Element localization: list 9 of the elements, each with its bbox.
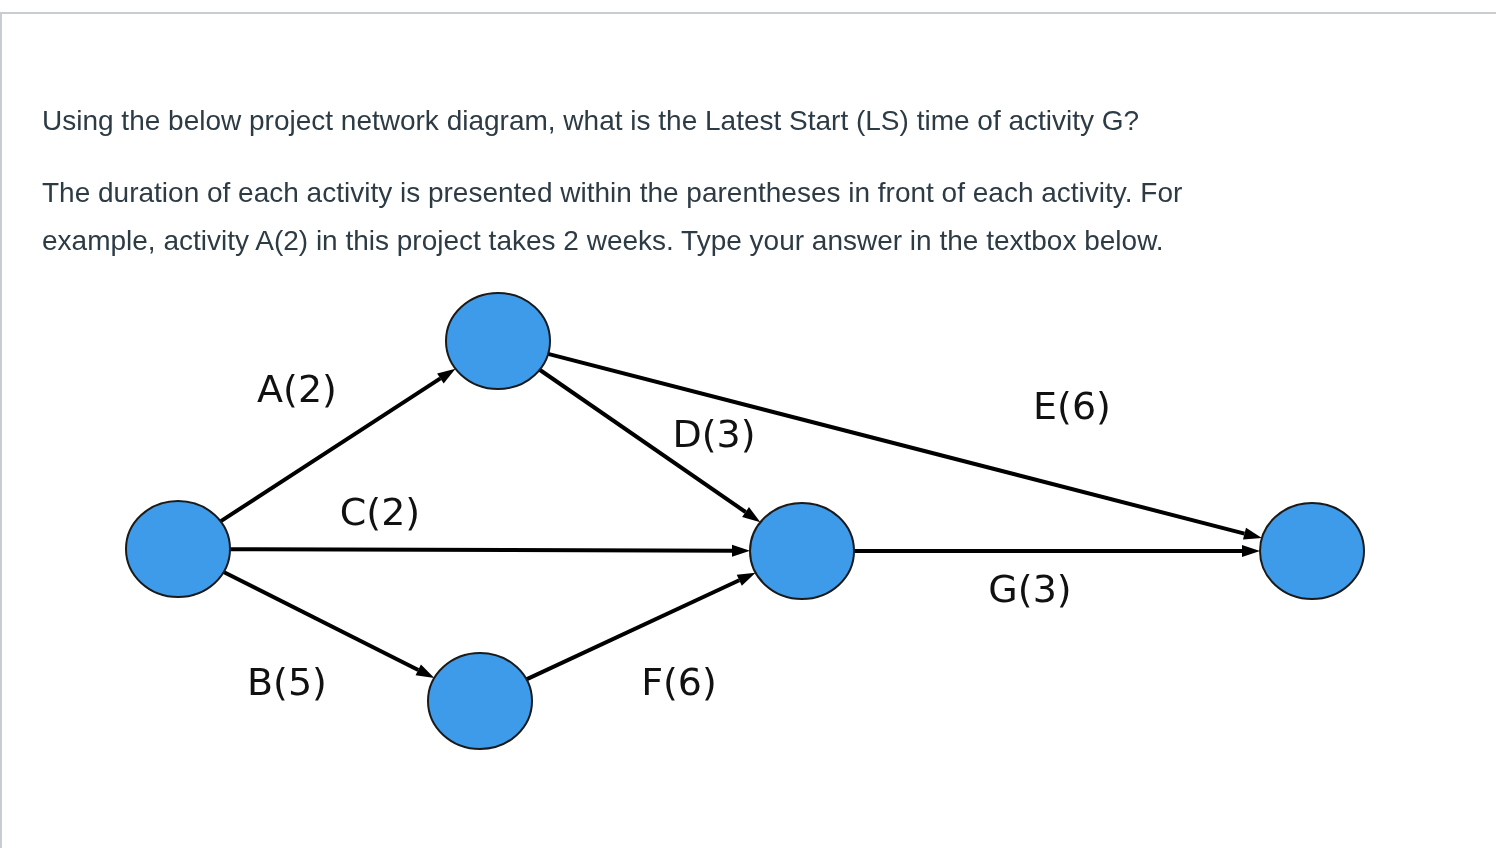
activity-label: G(3) (988, 566, 1072, 611)
question-text: The duration of each activity is presented within the parentheses in front of each activity. For example, activity A(2) in this project takes 2 weeks. Type your answer in the textbox below. (42, 176, 1184, 258)
activity-label: B(5) (247, 659, 327, 704)
activity-label: D(3) (672, 411, 756, 456)
activity-label: C(2) (339, 489, 421, 534)
question-text: Using the below project network diagram, what is the Latest Start (LS) time of activity G? (42, 104, 1141, 138)
activity-label: E(6) (1033, 383, 1111, 428)
activity-label: A(2) (257, 366, 337, 411)
activity-label: F(6) (641, 659, 717, 704)
